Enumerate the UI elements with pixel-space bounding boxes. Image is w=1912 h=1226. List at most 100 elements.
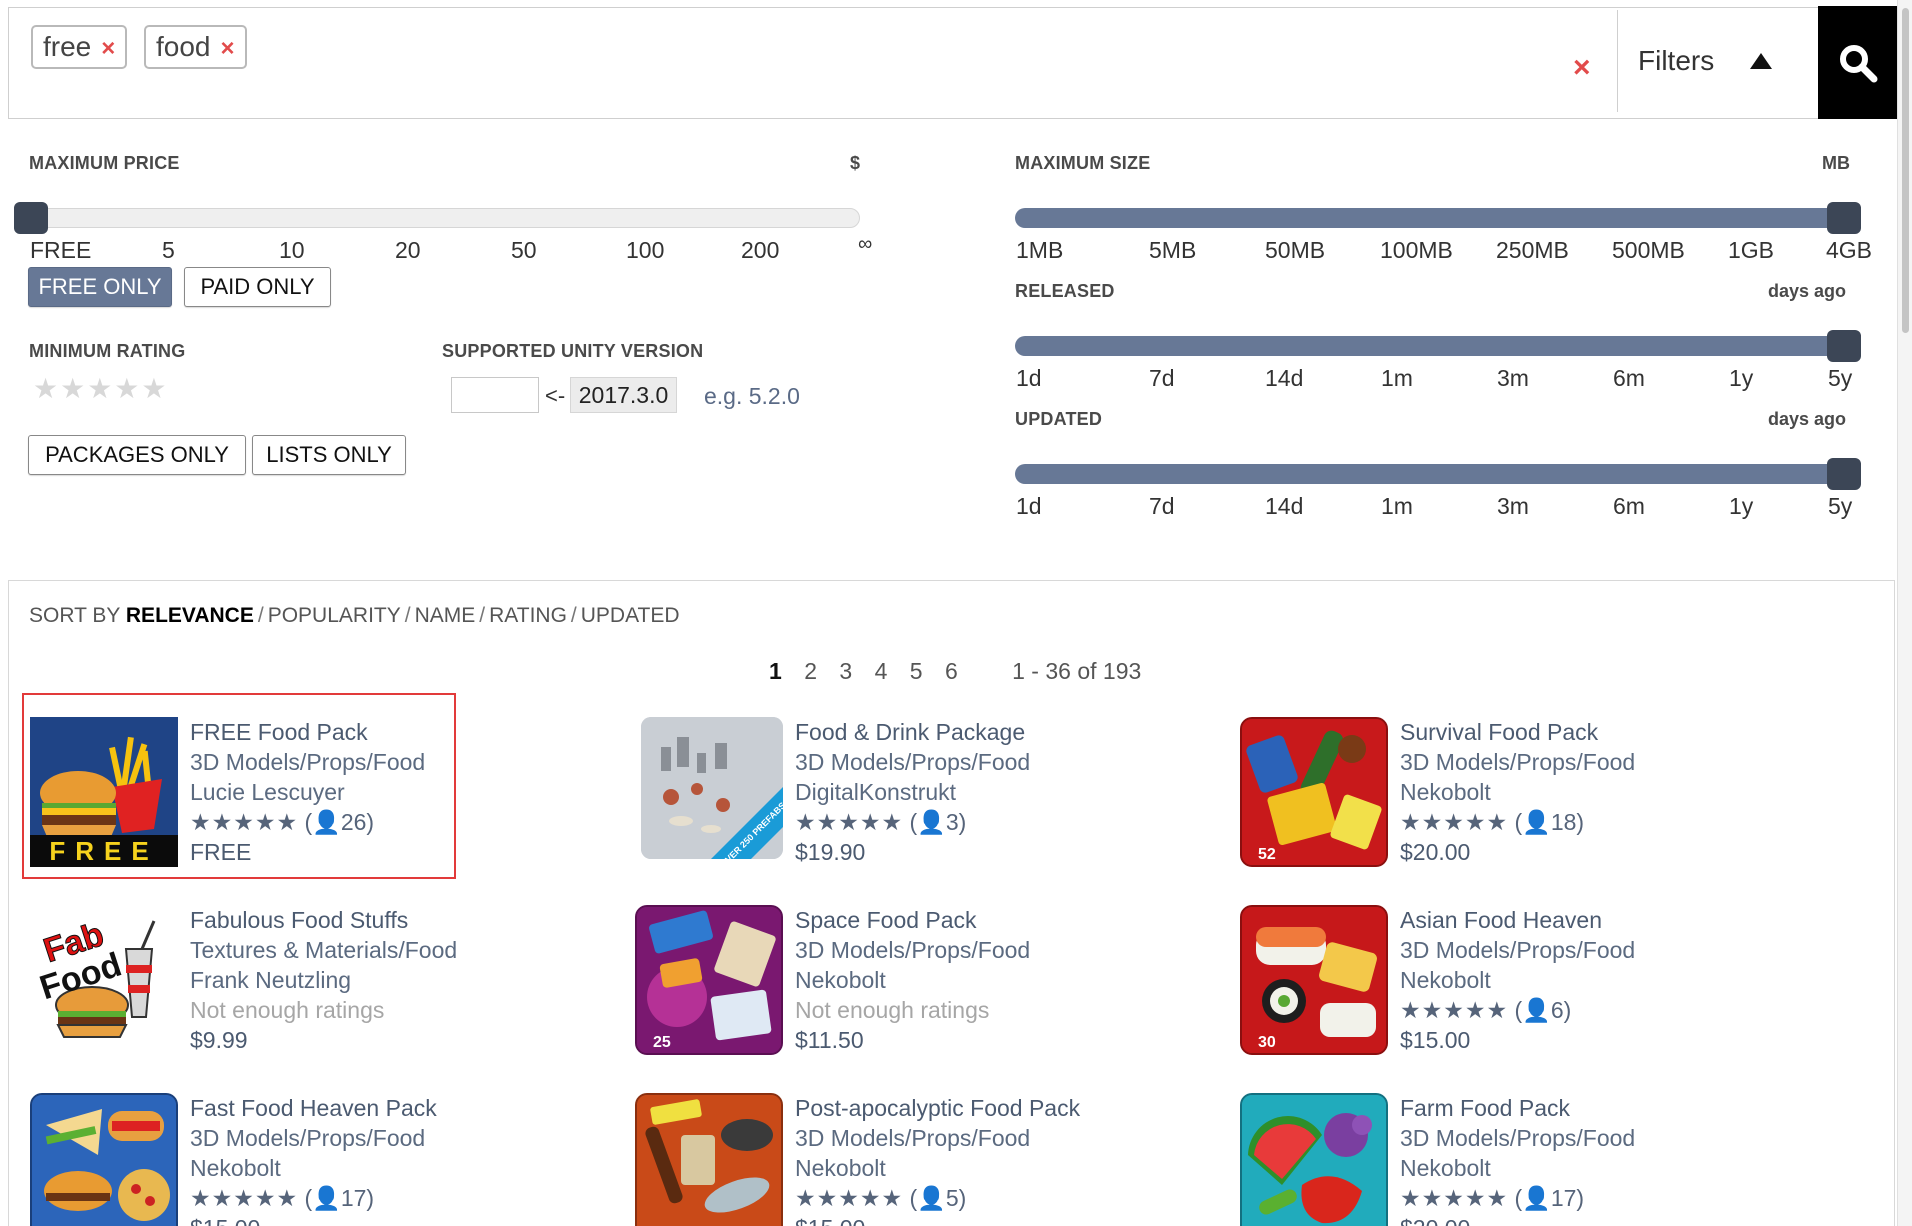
item-category[interactable]: 3D Models/Props/Food	[795, 747, 1185, 777]
sushi-icon: 30	[1240, 905, 1388, 1055]
item-title[interactable]: Fast Food Heaven Pack	[190, 1093, 580, 1123]
max-price-label: MAXIMUM PRICE	[29, 153, 180, 173]
list-item[interactable]: 30 Asian Food Heaven 3D Models/Props/Foo…	[1234, 905, 1794, 1065]
sort-separator: /	[404, 604, 411, 627]
page-link-1[interactable]: 1	[769, 658, 782, 684]
item-rating: ★★★★★ (👤17)	[1400, 1185, 1585, 1211]
item-title[interactable]: Fabulous Food Stuffs	[190, 905, 580, 935]
released-unit: days ago	[1767, 281, 1846, 301]
rating-stars: ★★★★★	[1400, 1185, 1509, 1211]
item-category[interactable]: 3D Models/Props/Food	[1400, 747, 1790, 777]
rating-stars: ★★★★★	[190, 1185, 299, 1211]
list-item[interactable]: 52 Survival Food Pack 3D Models/Props/Fo…	[1234, 717, 1794, 877]
max-size-unit: MB	[1822, 153, 1850, 173]
item-title[interactable]: Food & Drink Package	[795, 717, 1185, 747]
packages-only-button[interactable]: PACKAGES ONLY	[28, 435, 246, 475]
item-title[interactable]: Farm Food Pack	[1400, 1093, 1790, 1123]
page-link-3[interactable]: 3	[839, 658, 852, 684]
unity-version-label: SUPPORTED UNITY VERSION	[442, 341, 704, 361]
unity-version-input[interactable]	[451, 377, 539, 413]
item-title[interactable]: Survival Food Pack	[1400, 717, 1790, 747]
search-button[interactable]	[1818, 6, 1898, 119]
item-publisher[interactable]: Nekobolt	[795, 1153, 1185, 1183]
tick: 14d	[1265, 365, 1304, 391]
sort-bar: SORT BY RELEVANCE / POPULARITY / NAME / RATING…	[29, 604, 680, 628]
released-slider-track[interactable]	[1015, 336, 1857, 356]
item-price: $20.00	[1400, 839, 1471, 865]
item-title[interactable]: Asian Food Heaven	[1400, 905, 1790, 935]
search-tag-food[interactable]: food ×	[144, 25, 247, 69]
filters-label: Filters	[1638, 45, 1715, 76]
page-scrollbar-thumb[interactable]	[1902, 8, 1909, 333]
item-rating: ★★★★★ (👤5)	[795, 1185, 967, 1211]
rating-count: 17	[340, 1185, 367, 1211]
sort-rating[interactable]: RATING	[489, 604, 567, 627]
item-publisher[interactable]: Nekobolt	[1400, 777, 1790, 807]
max-price-slider-handle[interactable]	[14, 202, 48, 234]
rating-count: 18	[1550, 809, 1577, 835]
tick: 7d	[1149, 493, 1175, 519]
sort-popularity[interactable]: POPULARITY	[268, 604, 401, 627]
list-item[interactable]: OVER 250 PREFABS Food & Drink Package 3D…	[629, 717, 1189, 877]
item-rating: ★★★★★ (👤3)	[795, 809, 967, 835]
tick: 14d	[1265, 493, 1304, 519]
tick: 1GB	[1728, 237, 1775, 263]
updated-slider-handle[interactable]	[1827, 458, 1861, 490]
list-item[interactable]: Farm Food Pack 3D Models/Props/Food Neko…	[1234, 1093, 1794, 1226]
badge-text: 25	[653, 1034, 671, 1051]
free-only-button[interactable]: FREE ONLY	[28, 267, 172, 307]
updated-slider-track[interactable]	[1015, 464, 1857, 484]
max-price-slider-track[interactable]	[18, 208, 860, 228]
item-publisher[interactable]: DigitalKonstrukt	[795, 777, 1185, 807]
page-link-6[interactable]: 6	[945, 658, 958, 684]
sort-relevance[interactable]: RELEVANCE	[126, 604, 254, 627]
lists-only-button[interactable]: LISTS ONLY	[252, 435, 406, 475]
released-slider-handle[interactable]	[1827, 330, 1861, 362]
item-category[interactable]: 3D Models/Props/Food	[795, 935, 1185, 965]
badge-text: 30	[1258, 1034, 1276, 1051]
tick: 1m	[1381, 365, 1413, 391]
search-bar: free × food ×	[8, 7, 1895, 119]
max-size-ticks: 1MB 5MB 50MB 100MB 250MB 500MB 1GB 4GB	[1016, 237, 1876, 267]
list-item[interactable]: Post-apocalyptic Food Pack 3D Models/Pro…	[629, 1093, 1189, 1226]
tick: 20	[395, 237, 421, 263]
tick: 500MB	[1612, 237, 1685, 263]
item-price: $20.00	[1400, 1213, 1790, 1226]
item-title[interactable]: Post-apocalyptic Food Pack	[795, 1093, 1185, 1123]
tick: 100	[626, 237, 665, 263]
user-icon: 👤	[1522, 997, 1551, 1023]
item-publisher[interactable]: Nekobolt	[190, 1153, 580, 1183]
unity-current-version[interactable]: 2017.3.0	[570, 377, 677, 413]
item-publisher[interactable]: Nekobolt	[1400, 1153, 1790, 1183]
item-publisher[interactable]: Frank Neutzling	[190, 965, 580, 995]
search-tag-free[interactable]: free ×	[31, 25, 128, 69]
clear-search-icon[interactable]: ×	[1573, 48, 1591, 88]
item-publisher[interactable]: Nekobolt	[795, 965, 1185, 995]
paid-only-button[interactable]: PAID ONLY	[184, 267, 331, 307]
sort-updated[interactable]: UPDATED	[581, 604, 680, 627]
item-category[interactable]: Textures & Materials/Food	[190, 935, 580, 965]
item-category[interactable]: 3D Models/Props/Food	[1400, 1123, 1790, 1153]
list-item[interactable]: Fab Food Fabulous Food Stuffs Textures &…	[24, 905, 584, 1065]
list-item[interactable]: Fast Food Heaven Pack 3D Models/Props/Fo…	[24, 1093, 584, 1226]
badge-text: 52	[1258, 846, 1276, 863]
list-item[interactable]: 25 Space Food Pack 3D Models/Props/Food …	[629, 905, 1189, 1065]
remove-tag-icon[interactable]: ×	[101, 35, 115, 62]
page-link-2[interactable]: 2	[804, 658, 817, 684]
remove-tag-icon[interactable]: ×	[221, 35, 235, 62]
max-size-slider-track[interactable]	[1015, 208, 1857, 228]
rating-count: 5	[945, 1185, 959, 1211]
item-category[interactable]: 3D Models/Props/Food	[795, 1123, 1185, 1153]
filters-toggle-button[interactable]: Filters	[1617, 10, 1817, 112]
sort-name[interactable]: NAME	[415, 604, 476, 627]
item-publisher[interactable]: Nekobolt	[1400, 965, 1790, 995]
page-link-4[interactable]: 4	[875, 658, 888, 684]
item-category[interactable]: 3D Models/Props/Food	[1400, 935, 1790, 965]
page-link-5[interactable]: 5	[910, 658, 923, 684]
item-title[interactable]: Space Food Pack	[795, 905, 1185, 935]
item-category[interactable]: 3D Models/Props/Food	[190, 1123, 580, 1153]
user-icon: 👤	[312, 1185, 341, 1211]
user-icon: 👤	[917, 809, 946, 835]
max-size-slider-handle[interactable]	[1827, 202, 1861, 234]
min-rating-stars[interactable]: ★★★★★	[33, 372, 169, 405]
